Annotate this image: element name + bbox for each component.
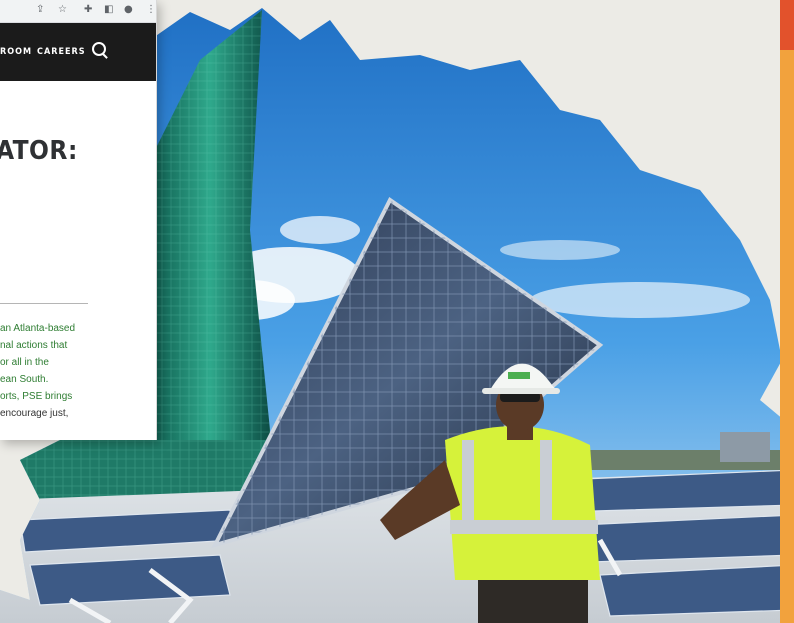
- browser-toolbar: ⇪ ☆ ✚ ◧ ● ⋮: [0, 0, 156, 23]
- body-line: orts, PSE brings: [0, 391, 73, 402]
- body-line: ean South.: [0, 374, 49, 385]
- page-headline: ATOR:: [0, 136, 78, 166]
- accent-strip: [780, 0, 794, 623]
- body-line: an Atlanta-based: [0, 323, 76, 334]
- sidebar-icon[interactable]: ◧: [104, 4, 113, 15]
- star-icon[interactable]: ☆: [58, 4, 67, 15]
- search-icon[interactable]: [92, 42, 106, 56]
- body-line: encourage just,: [0, 408, 69, 419]
- divider: [0, 303, 88, 304]
- nav-item-newsroom[interactable]: ROOM: [0, 47, 32, 57]
- more-icon[interactable]: ⋮: [146, 4, 156, 15]
- body-line: or all in the: [0, 357, 49, 368]
- share-icon[interactable]: ⇪: [36, 4, 44, 15]
- browser-screenshot-card: ⇪ ☆ ✚ ◧ ● ⋮ ROOM CAREERS ATOR: an Atlant…: [0, 0, 157, 440]
- nav-item-careers[interactable]: CAREERS: [37, 47, 86, 57]
- puzzle-icon[interactable]: ✚: [84, 4, 92, 15]
- site-nav: ROOM CAREERS: [0, 23, 156, 81]
- profile-icon[interactable]: ●: [124, 4, 133, 15]
- body-text: an Atlanta-based nal actions that or all…: [0, 320, 156, 422]
- body-line: nal actions that: [0, 340, 68, 351]
